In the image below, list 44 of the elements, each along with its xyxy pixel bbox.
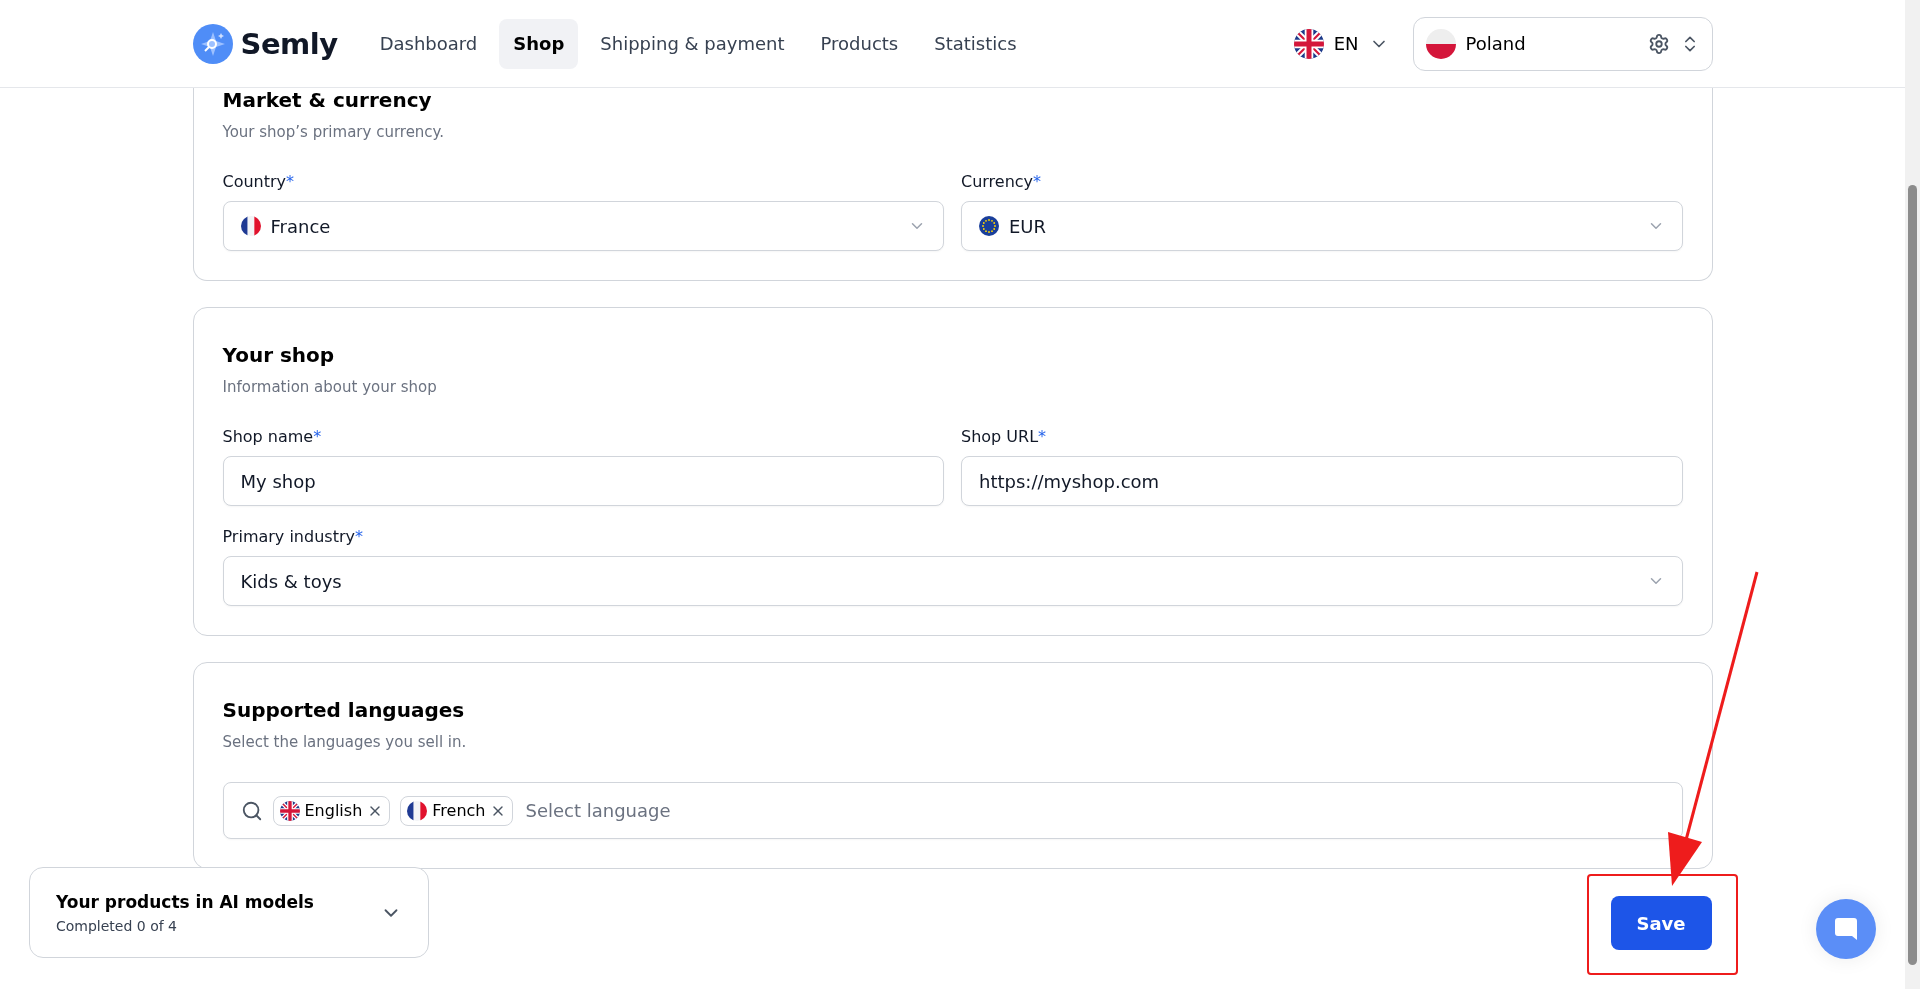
language-tag: English bbox=[272, 795, 391, 826]
field-label: Currency* bbox=[961, 172, 1043, 192]
progress-text: Completed 0 of 4 bbox=[56, 917, 179, 934]
section-title: Supported languages bbox=[222, 698, 466, 722]
field-label: Primary industry* bbox=[222, 527, 364, 547]
chat-bubble-icon bbox=[1833, 916, 1859, 942]
market-selector[interactable]: Poland bbox=[1412, 16, 1713, 71]
flag-icon bbox=[1425, 28, 1456, 59]
language-tag: French bbox=[400, 795, 514, 826]
settings-icon bbox=[1647, 32, 1670, 55]
search-icon bbox=[240, 799, 263, 822]
language-search-input[interactable]: Select language bbox=[523, 799, 1665, 822]
nav-tab[interactable]: Dashboard bbox=[365, 18, 492, 69]
language-selector[interactable]: EN bbox=[1293, 28, 1389, 59]
input-field[interactable]: My shop bbox=[222, 456, 944, 506]
nav-tab[interactable]: Statistics bbox=[920, 18, 1031, 69]
panel-title: Your products in AI models bbox=[56, 891, 315, 912]
section-title: Market & currency bbox=[222, 88, 433, 112]
field-label: Shop URL* bbox=[961, 427, 1048, 447]
field-label: Country* bbox=[222, 172, 296, 192]
select-field[interactable]: France bbox=[222, 201, 944, 251]
section-subtitle: Select the languages you sell in. bbox=[222, 732, 468, 752]
section-title: Your shop bbox=[222, 343, 336, 367]
nav-tab[interactable]: Shop bbox=[499, 18, 579, 69]
flag-icon bbox=[1293, 28, 1324, 59]
section-subtitle: Your shop’s primary currency. bbox=[222, 122, 446, 142]
brand-name: Semly bbox=[240, 26, 338, 61]
language-select-field[interactable]: English French Select language bbox=[222, 782, 1683, 839]
save-button[interactable]: Save bbox=[1610, 896, 1712, 950]
flag-icon bbox=[279, 800, 300, 821]
field-label: Shop name* bbox=[222, 427, 323, 447]
nav-tab[interactable]: Shipping & payment bbox=[586, 18, 799, 69]
ai-progress-panel[interactable]: Your products in AI models Completed 0 of 4 bbox=[29, 867, 429, 958]
flag-icon bbox=[240, 216, 261, 236]
scrollbar[interactable] bbox=[1905, 0, 1920, 989]
section-subtitle: Information about your shop bbox=[222, 377, 438, 397]
nav-tab[interactable]: Products bbox=[806, 18, 913, 69]
select-field[interactable]: EUR bbox=[961, 201, 1683, 251]
logo-icon bbox=[192, 23, 233, 64]
chat-button[interactable] bbox=[1816, 899, 1876, 959]
input-field[interactable]: https://myshop.com bbox=[961, 456, 1683, 506]
flag-icon bbox=[407, 800, 428, 821]
flag-icon bbox=[979, 216, 999, 236]
select-field[interactable]: Kids & toys bbox=[222, 556, 1683, 606]
